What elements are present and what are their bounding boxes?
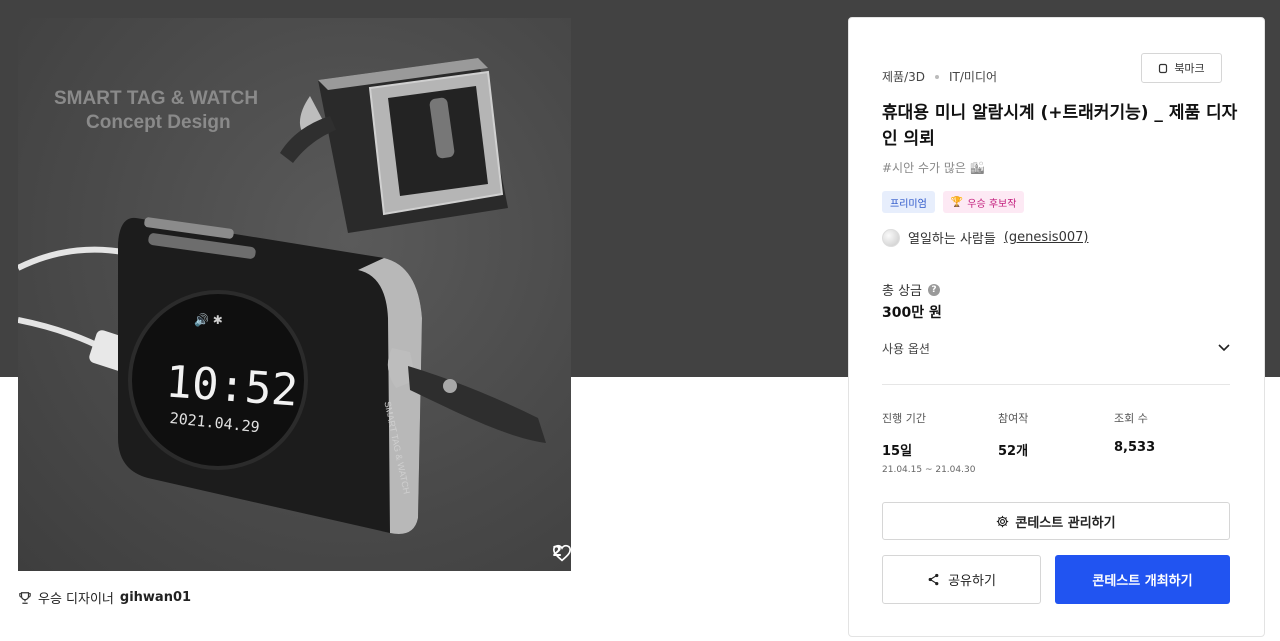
- category-breadcrumb: 제품/3D IT/미디어: [882, 68, 997, 85]
- gear-icon: [997, 515, 1009, 527]
- overlay-subtitle: Concept Design: [86, 112, 231, 133]
- host-handle[interactable]: (genesis007): [1004, 230, 1089, 245]
- heart-icon: [553, 544, 571, 562]
- period-value: 15일: [882, 444, 913, 459]
- clock-time: 10:52: [164, 356, 300, 416]
- manage-label: 콘테스트 관리하기: [1015, 515, 1116, 531]
- like-button[interactable]: 2: [552, 544, 571, 562]
- category-link[interactable]: 제품/3D: [882, 68, 925, 85]
- stat-views: 조회 수 8,533: [1114, 410, 1230, 475]
- trophy-icon: 🏆: [950, 196, 964, 208]
- badge-row: 프리미엄 🏆 우승 후보작: [882, 191, 1025, 213]
- share-icon: [928, 573, 939, 586]
- product-image[interactable]: SMART TAG & WATCH Concept Design 10:52 2…: [18, 18, 571, 571]
- period-label: 진행 기간: [882, 412, 926, 425]
- share-label: 공유하기: [948, 574, 996, 589]
- svg-text:🔊 ✱: 🔊 ✱: [194, 312, 223, 327]
- winner-name[interactable]: gihwan01: [120, 590, 191, 605]
- hashtag[interactable]: #시안 수가 많은 🏙: [882, 159, 985, 176]
- tag-device: [280, 58, 508, 233]
- help-icon[interactable]: ?: [928, 283, 941, 296]
- premium-badge-label: 프리미엄: [890, 198, 927, 210]
- manage-contest-button[interactable]: 콘테스트 관리하기: [882, 502, 1230, 540]
- entries-value: 52개: [998, 444, 1029, 459]
- prize-label-text: 총 상금: [882, 284, 923, 299]
- bookmark-icon: [1159, 63, 1168, 73]
- watch-device: 10:52 2021.04.29 🔊 ✱ SMART TAG & WATCH: [118, 217, 546, 534]
- entries-label: 참여작: [998, 412, 1029, 425]
- host-name: 열일하는 사람들: [908, 232, 996, 247]
- divider: [882, 384, 1230, 385]
- winner-designer: 우승 디자이너 gihwan01: [18, 588, 191, 607]
- period-range: 21.04.15 ~ 21.04.30: [882, 465, 976, 475]
- prize-label: 총 상금 ?: [882, 280, 941, 299]
- premium-badge: 프리미엄: [882, 191, 935, 213]
- overlay-title: SMART TAG & WATCH: [54, 88, 258, 109]
- contest-info-panel: 제품/3D IT/미디어 북마크 휴대용 미니 알람시계 (+트래커기능) _ …: [848, 17, 1265, 637]
- trophy-icon: [19, 591, 31, 604]
- subcategory-link[interactable]: IT/미디어: [949, 68, 997, 85]
- host-contest-button[interactable]: 콘테스트 개최하기: [1055, 555, 1230, 604]
- options-label: 사용 옵션: [882, 341, 930, 356]
- host-avatar: [882, 228, 900, 247]
- winner-candidate-badge: 🏆 우승 후보작: [942, 191, 1025, 213]
- bookmark-label: 북마크: [1174, 62, 1205, 75]
- stat-entries: 참여작 52개: [998, 410, 1114, 475]
- views-label: 조회 수: [1114, 412, 1148, 425]
- options-dropdown[interactable]: 사용 옵션: [882, 338, 1230, 358]
- contest-stats: 진행 기간 15일 21.04.15 ~ 21.04.30 참여작 52개 조회…: [882, 410, 1230, 475]
- product-render: SMART TAG & WATCH Concept Design 10:52 2…: [18, 58, 546, 534]
- share-button[interactable]: 공유하기: [882, 555, 1041, 604]
- prize-value: 300만 원: [882, 305, 942, 321]
- chevron-down-icon: [1218, 344, 1230, 352]
- stat-period: 진행 기간 15일 21.04.15 ~ 21.04.30: [882, 410, 998, 475]
- usb-cable: [18, 246, 134, 271]
- views-value: 8,533: [1114, 440, 1156, 455]
- host-info[interactable]: 열일하는 사람들 (genesis007): [882, 228, 1088, 247]
- winner-label: 우승 디자이너: [38, 592, 114, 607]
- separator-dot: [935, 74, 939, 79]
- bookmark-button[interactable]: 북마크: [1141, 53, 1222, 83]
- host-contest-label: 콘테스트 개최하기: [1092, 574, 1193, 589]
- contest-title: 휴대용 미니 알람시계 (+트래커기능) _ 제품 디자인 의뢰: [882, 103, 1238, 149]
- winner-badge-label: 우승 후보작: [967, 198, 1017, 210]
